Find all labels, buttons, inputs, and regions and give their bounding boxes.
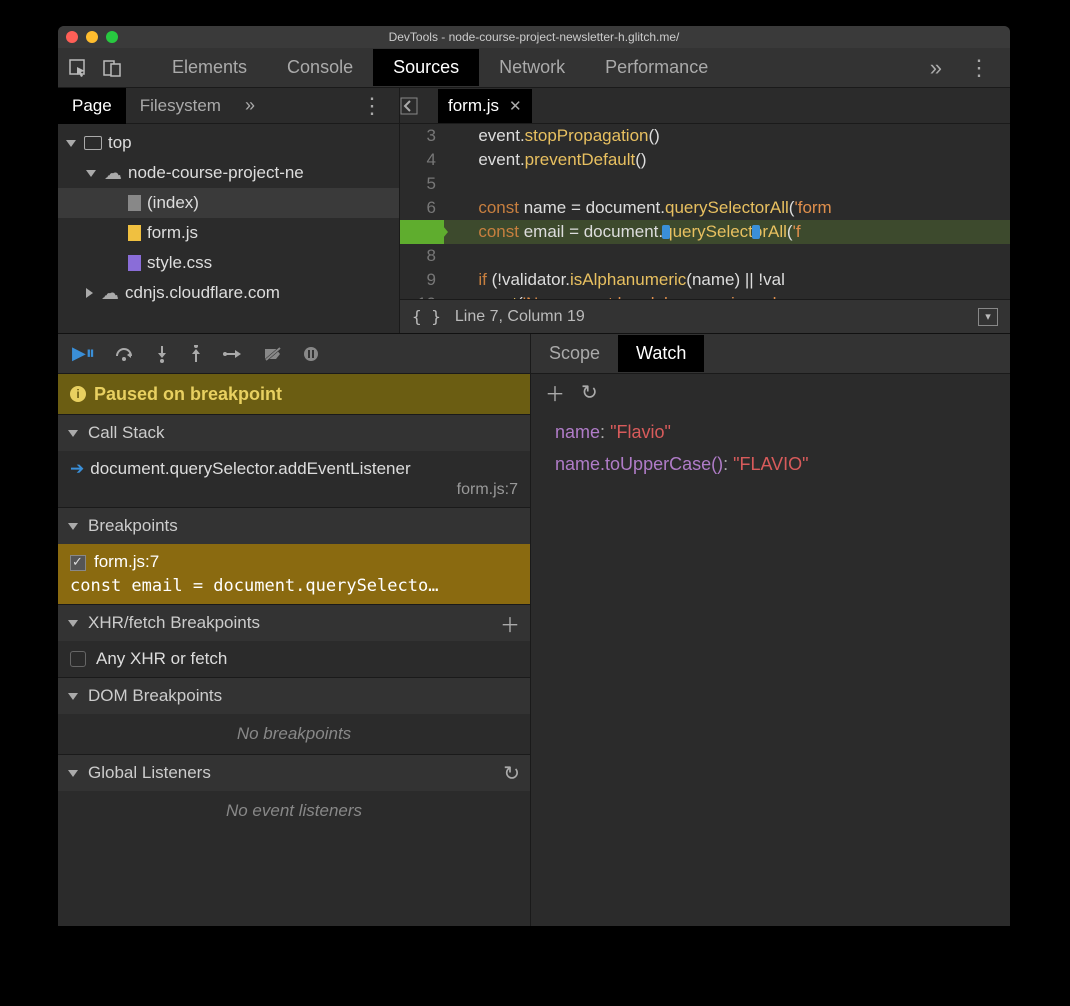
step-icon[interactable] <box>223 347 243 361</box>
editor-tabbar: form.js✕ <box>400 88 1010 124</box>
js-file-icon <box>128 225 141 241</box>
tab-network[interactable]: Network <box>479 49 585 86</box>
file-icon <box>128 195 141 211</box>
tab-sources[interactable]: Sources <box>373 49 479 86</box>
watch-list: name: "Flavio" name.toUpperCase(): "FLAV… <box>531 410 1010 486</box>
editor-file-tab[interactable]: form.js✕ <box>438 89 532 123</box>
resume-icon[interactable]: ▶⏸ <box>72 343 95 364</box>
breakpoint-code: const email = document.querySelecto… <box>70 576 518 596</box>
tree-file-index[interactable]: (index) <box>58 188 399 218</box>
dom-bp-header[interactable]: DOM Breakpoints <box>58 678 530 714</box>
window-title: DevTools - node-course-project-newslette… <box>58 30 1010 44</box>
global-listeners-header[interactable]: Global Listeners↻ <box>58 755 530 791</box>
more-tabs-icon[interactable]: » <box>914 55 958 81</box>
cloud-icon: ☁ <box>101 283 119 304</box>
navigator-tabs: PageFilesystem » ⋮ <box>58 88 399 124</box>
tree-file-stylecss[interactable]: style.css <box>58 248 399 278</box>
watch-expression[interactable]: name: "Flavio" <box>545 416 996 448</box>
tree-origin-cdn[interactable]: ☁cdnjs.cloudflare.com <box>58 278 399 308</box>
refresh-watch-icon[interactable]: ↻ <box>581 380 598 405</box>
xhr-header[interactable]: XHR/fetch Breakpoints＋ <box>58 605 530 641</box>
watch-pane: ScopeWatch ＋ ↻ name: "Flavio" name.toUpp… <box>531 334 1010 926</box>
file-tree: top ☁node-course-project-ne (index) form… <box>58 124 399 333</box>
css-file-icon <box>128 255 141 271</box>
titlebar: DevTools - node-course-project-newslette… <box>58 26 1010 48</box>
nav-menu-icon[interactable]: ⋮ <box>351 93 393 119</box>
devtools-window: DevTools - node-course-project-newslette… <box>58 26 1010 926</box>
more-nav-icon[interactable]: » <box>245 95 255 116</box>
device-icon[interactable] <box>102 58 122 78</box>
refresh-icon[interactable]: ↻ <box>503 761 520 786</box>
watch-tab-scope[interactable]: Scope <box>531 335 618 372</box>
xhr-any-item[interactable]: Any XHR or fetch <box>58 641 530 677</box>
debug-toolbar: ▶⏸ <box>58 334 530 374</box>
add-xhr-icon[interactable]: ＋ <box>500 609 520 638</box>
close-tab-icon[interactable]: ✕ <box>509 97 522 115</box>
cursor-position: Line 7, Column 19 <box>455 308 585 326</box>
add-watch-icon[interactable]: ＋ <box>545 378 565 407</box>
breakpoint-item[interactable]: form.js:7 const email = document.querySe… <box>58 544 530 604</box>
deactivate-breakpoints-icon[interactable] <box>263 346 283 362</box>
settings-menu-icon[interactable]: ⋮ <box>958 55 1000 81</box>
tab-elements[interactable]: Elements <box>152 49 267 86</box>
checkbox[interactable] <box>70 651 86 667</box>
tab-console[interactable]: Console <box>267 49 373 86</box>
info-icon: i <box>70 386 86 402</box>
folder-icon <box>84 136 102 150</box>
debugger-pane: ▶⏸ iPaused on breakpoint Call Stack ➔doc… <box>58 334 531 926</box>
stack-frame[interactable]: ➔document.querySelector.addEventListener… <box>58 451 530 507</box>
step-out-icon[interactable] <box>189 345 203 363</box>
step-into-icon[interactable] <box>155 345 169 363</box>
frame-location: form.js:7 <box>70 481 518 499</box>
current-frame-icon: ➔ <box>70 459 84 478</box>
code-editor[interactable]: 345678910 event.stopPropagation() event.… <box>400 124 1010 299</box>
watch-expression[interactable]: name.toUpperCase(): "FLAVIO" <box>545 448 996 480</box>
navtab-page[interactable]: Page <box>58 88 126 124</box>
tab-performance[interactable]: Performance <box>585 49 728 86</box>
dom-empty: No breakpoints <box>58 714 530 754</box>
breakpoint-checkbox[interactable] <box>70 555 86 571</box>
paused-banner: iPaused on breakpoint <box>58 374 530 414</box>
cloud-icon: ☁ <box>104 163 122 184</box>
global-empty: No event listeners <box>58 791 530 831</box>
navigate-back-icon[interactable] <box>400 97 438 115</box>
main-toolbar: ElementsConsoleSourcesNetworkPerformance… <box>58 48 1010 88</box>
watch-tab-watch[interactable]: Watch <box>618 335 704 372</box>
watch-toolbar: ＋ ↻ <box>531 374 1010 410</box>
watch-tabs: ScopeWatch <box>531 334 1010 374</box>
step-over-icon[interactable] <box>115 346 135 362</box>
panel-tabs: ElementsConsoleSourcesNetworkPerformance <box>152 49 914 86</box>
editor-pane: form.js✕ 345678910 event.stopPropagation… <box>400 88 1010 333</box>
toggle-drawer-icon[interactable]: ▾ <box>978 308 998 326</box>
editor-statusbar: { } Line 7, Column 19 ▾ <box>400 299 1010 333</box>
breakpoints-header[interactable]: Breakpoints <box>58 508 530 544</box>
inspect-icon[interactable] <box>68 58 88 78</box>
tree-file-formjs[interactable]: form.js <box>58 218 399 248</box>
navigator-pane: PageFilesystem » ⋮ top ☁node-course-proj… <box>58 88 400 333</box>
callstack-header[interactable]: Call Stack <box>58 415 530 451</box>
pretty-print-icon[interactable]: { } <box>412 307 441 326</box>
tree-origin[interactable]: ☁node-course-project-ne <box>58 158 399 188</box>
navtab-filesystem[interactable]: Filesystem <box>126 88 235 124</box>
pause-exceptions-icon[interactable] <box>303 346 319 362</box>
tree-root[interactable]: top <box>58 128 399 158</box>
